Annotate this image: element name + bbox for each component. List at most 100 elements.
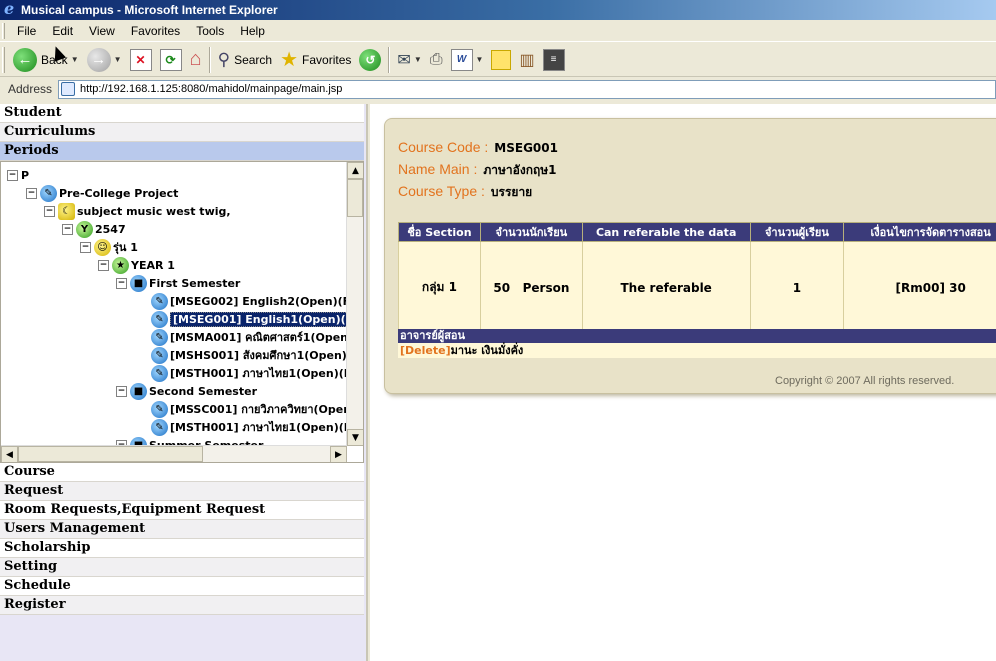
menu-bar: File Edit View Favorites Tools Help [0,20,996,42]
tree-node-course[interactable]: ✎ [MSMA001] คณิตศาสตร์1(Open)( [151,328,358,346]
tree-node-subject[interactable]: − ☾ subject music west twig, [44,202,231,220]
tree-node-year[interactable]: − ★ YEAR 1 [98,256,175,274]
history-button[interactable]: ↺ [355,45,385,75]
page-icon [61,82,76,96]
star-icon: ★ [280,49,299,71]
tree-node-label: รุ่น 1 [113,241,138,254]
column-header: ชื่อ Section [398,222,481,242]
tree-vertical-scrollbar[interactable]: ▲ ▼ [346,162,363,446]
favorites-button[interactable]: ★ Favorites [276,45,355,75]
chevron-down-icon[interactable]: ▼ [414,55,422,64]
accordion-users-management[interactable]: Users Management [0,520,364,539]
menu-file[interactable]: File [9,24,44,38]
address-url[interactable]: http://192.168.1.125:8080/mahidol/mainpa… [80,83,342,95]
column-header: Can referable the data [581,222,751,242]
course-name-label: Name Main : [398,161,478,177]
extra-button[interactable]: ≡ [539,45,569,75]
edit-button[interactable]: W ▼ [447,45,488,75]
accordion-course[interactable]: Course [0,463,364,482]
menu-favorites[interactable]: Favorites [123,24,188,38]
home-icon: ⌂ [189,48,202,70]
chevron-down-icon[interactable]: ▼ [114,55,122,64]
tree-node-course[interactable]: ✎ [MSEG002] English2(Open)(For [151,292,363,310]
scroll-up-icon[interactable]: ▲ [347,162,363,179]
collapse-toggle[interactable]: − [116,385,127,397]
tree-node-course[interactable]: ✎ [MSHS001] สังคมศึกษา1(Open)( [151,346,352,364]
toolbar-separator [208,46,211,73]
tree-node-label: 2547 [95,222,126,236]
back-arrow-icon: ← [13,47,37,72]
forward-button[interactable]: → ▼ [83,45,126,75]
accordion-scholarship[interactable]: Scholarship [0,539,364,558]
chevron-down-icon[interactable]: ▼ [71,55,79,64]
refresh-icon: ⟳ [159,48,182,71]
tree-node-label: Pre-College Project [59,186,179,200]
tree-node-course-selected[interactable]: ✎ [MSEG001] English1(Open)(Fore [151,310,363,328]
search-button[interactable]: ⚲ Search [214,45,276,75]
delete-teacher-link[interactable]: [Delete] [400,344,451,357]
accordion-curriculums[interactable]: Curriculums [0,123,364,142]
scroll-left-icon[interactable]: ◀ [1,446,18,462]
home-button[interactable]: ⌂ [186,45,206,75]
tree-node-cohort[interactable]: − ☺ รุ่น 1 [80,238,138,256]
tree-node-first-semester[interactable]: − ■ First Semester [116,274,240,292]
chevron-down-icon[interactable]: ▼ [476,55,484,64]
tree-node-label: YEAR 1 [131,258,175,272]
moon-icon: ☾ [58,202,75,220]
tree-node-course[interactable]: ✎ [MSSC001] กายวิภาควิทยา(Open [151,400,351,418]
toolbar-grip [2,22,5,39]
accordion-student[interactable]: Student [0,104,364,123]
research-button[interactable]: ▥ [515,45,538,75]
learner-count-cell: 1 [749,241,845,334]
scroll-down-icon[interactable]: ▼ [347,429,363,446]
stop-icon: ✕ [129,48,152,71]
menu-tools[interactable]: Tools [188,24,232,38]
scroll-right-icon[interactable]: ▶ [330,446,347,462]
notes-button[interactable] [487,45,515,75]
tree-node-label: [MSSC001] กายวิภาควิทยา(Open [170,403,352,416]
menu-edit[interactable]: Edit [44,24,81,38]
table-row[interactable]: กลุ่ม 1 50 Person The referable 1 [Rm00]… [398,241,996,334]
tree-node-course[interactable]: ✎ [MSTH001] ภาษาไทย1(Open)(Fo [151,364,358,382]
collapse-toggle[interactable]: − [80,241,91,253]
address-bar: Address http://192.168.1.125:8080/mahido… [0,78,996,100]
collapse-toggle[interactable]: − [62,223,73,235]
accordion-register[interactable]: Register [0,596,364,615]
tree-node-root[interactable]: − P [7,166,29,184]
mail-button[interactable]: ✉ ▼ [393,45,425,75]
tree-node-second-semester[interactable]: − ■ Second Semester [116,382,257,400]
pencil-icon: ✎ [151,310,168,328]
refresh-button[interactable]: ⟳ [156,45,186,75]
collapse-toggle[interactable]: − [7,169,18,181]
accordion-setting[interactable]: Setting [0,558,364,577]
search-icon: ⚲ [217,49,231,69]
collapse-toggle[interactable]: − [116,277,127,289]
accordion-room-requests[interactable]: Room Requests,Equipment Request [0,501,364,520]
course-name-value: ภาษาอังกฤษ1 [483,163,557,177]
tree-node-label: [MSEG002] English2(Open)(For [170,294,363,308]
menu-help[interactable]: Help [232,24,273,38]
extension-icon: ≡ [542,48,565,71]
tree-node-year-code[interactable]: − Y 2547 [62,220,126,238]
tree-horizontal-scrollbar[interactable]: ◀ ▶ [1,445,347,462]
tree-node-label: [MSMA001] คณิตศาสตร์1(Open)( [170,331,359,344]
collapse-toggle[interactable]: − [98,259,109,271]
address-input[interactable]: http://192.168.1.125:8080/mahidol/mainpa… [58,79,996,99]
collapse-toggle[interactable]: − [26,187,37,199]
tree-node-course[interactable]: ✎ [MSTH001] ภาษาไทย1(Open)(Fo [151,418,358,436]
scroll-thumb[interactable] [347,179,363,217]
collapse-toggle[interactable]: − [44,205,55,217]
scroll-thumb[interactable] [18,446,203,462]
accordion-schedule[interactable]: Schedule [0,577,364,596]
tree-node-project[interactable]: − ✎ Pre-College Project [26,184,178,202]
course-type-row: Course Type : บรรยาย [398,183,532,202]
tree-node-label: [MSTH001] ภาษาไทย1(Open)(Fo [170,367,359,380]
tree-node-label: P [21,168,30,182]
accordion-request[interactable]: Request [0,482,364,501]
menu-view[interactable]: View [81,24,123,38]
print-button[interactable]: ⎙ [426,45,447,75]
stop-button[interactable]: ✕ [126,45,156,75]
tree-node-label: [MSTH001] ภาษาไทย1(Open)(Fo [170,421,359,434]
accordion-periods[interactable]: Periods [0,142,364,161]
back-button[interactable]: ← Back ▼ [9,45,83,75]
